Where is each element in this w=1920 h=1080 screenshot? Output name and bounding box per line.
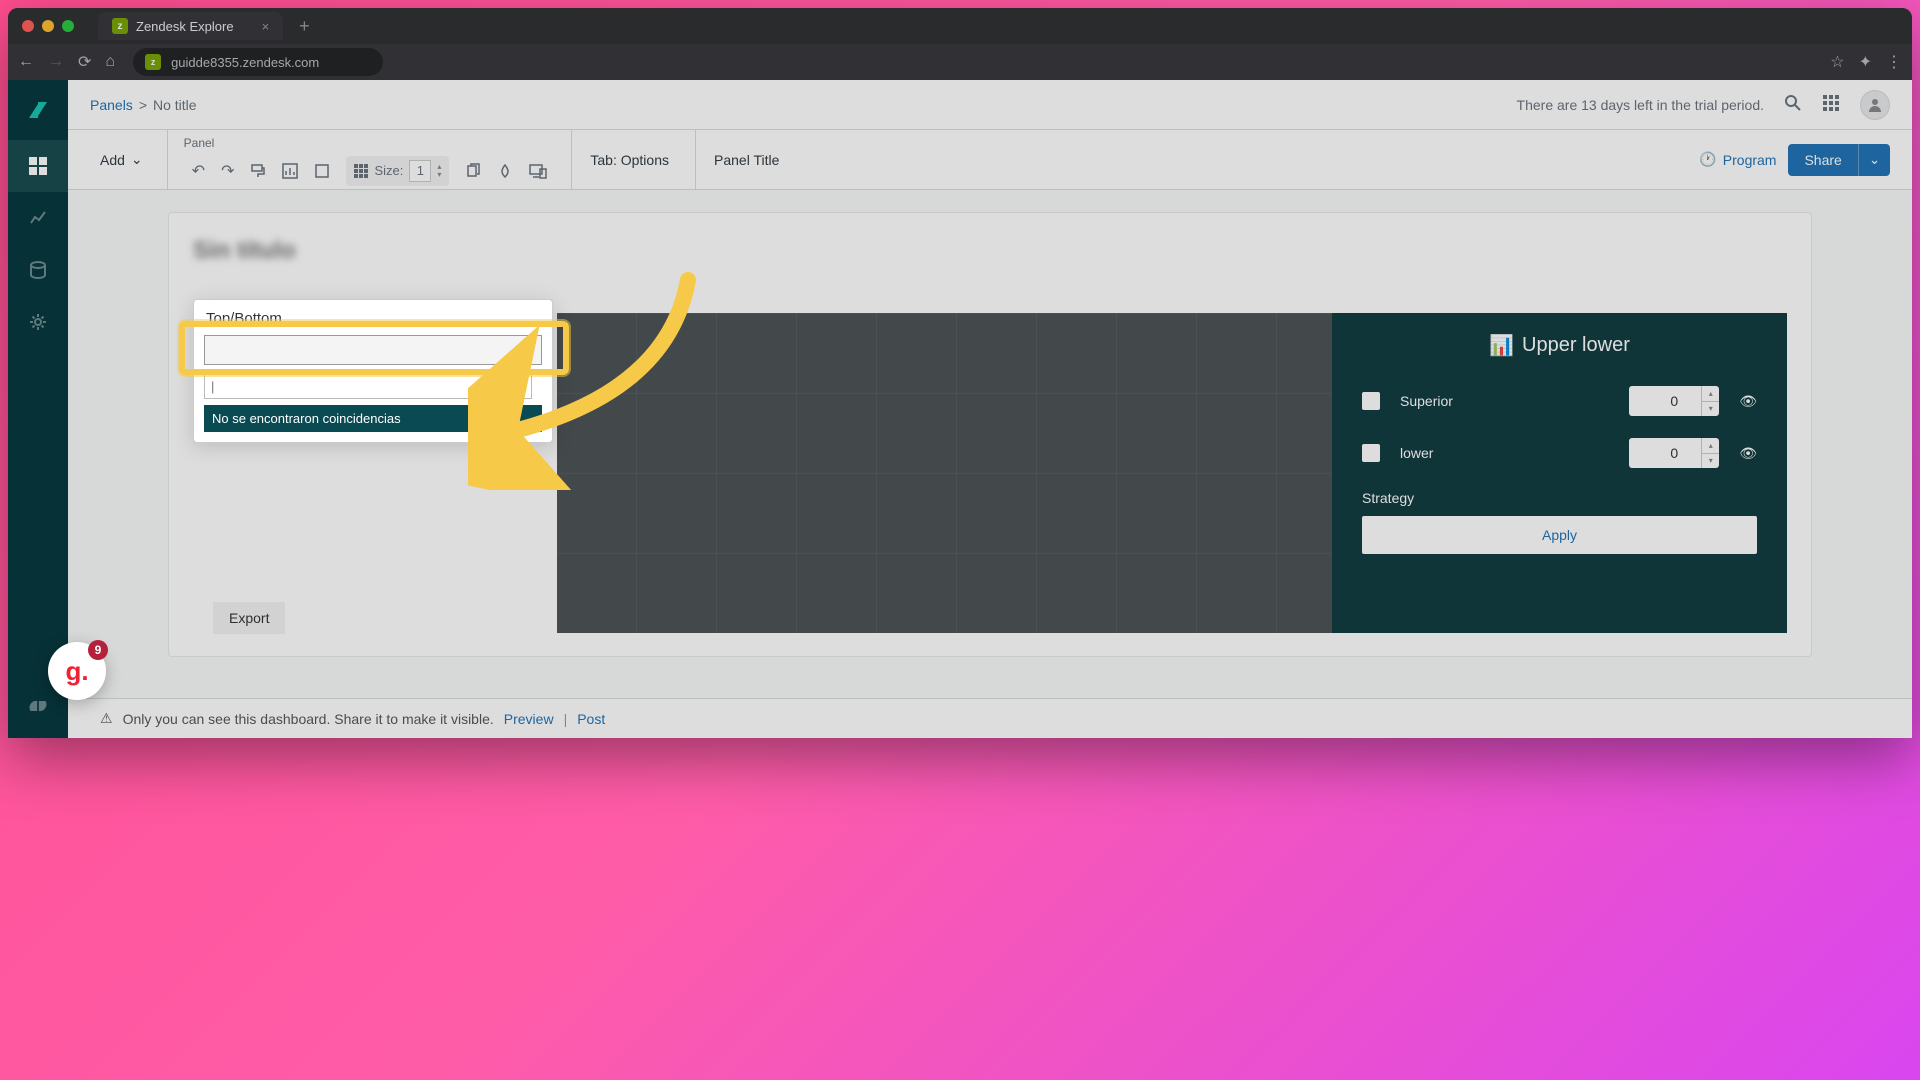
apply-button[interactable]: Apply — [1362, 516, 1757, 554]
dropdown-panel: Top/Bottom No se encontraron coincidenci… — [193, 299, 553, 443]
strategy-label: Strategy — [1362, 490, 1757, 506]
breadcrumb-bar: Panels > No title There are 13 days left… — [68, 80, 1912, 130]
menu-icon[interactable]: ⋮ — [1886, 52, 1902, 72]
panel-title-tab[interactable]: Panel Title — [695, 130, 797, 190]
maximize-window[interactable] — [62, 20, 74, 32]
breadcrumb-sep: > — [139, 97, 147, 113]
step-down-icon[interactable]: ▾ — [1702, 402, 1719, 417]
step-up-icon[interactable]: ▴ — [1702, 386, 1719, 402]
traffic-lights — [8, 20, 88, 32]
eye-icon[interactable]: 👁 — [1739, 393, 1757, 410]
size-value[interactable]: 1 — [409, 160, 431, 182]
new-tab-button[interactable]: + — [299, 16, 310, 37]
badge-count: 9 — [88, 640, 108, 660]
no-match-message: No se encontraron coincidencias — [204, 405, 542, 432]
tab-title: Zendesk Explore — [136, 19, 234, 34]
redo-icon[interactable]: ↷ — [221, 161, 234, 181]
label-superior: Superior — [1400, 393, 1609, 409]
sidebar-item-settings[interactable] — [8, 296, 68, 348]
upper-lower-controls: 📊 Upper lower Superior 0 ▴▾ 👁 — [1332, 313, 1787, 633]
separator: | — [564, 711, 568, 727]
breadcrumb-panels[interactable]: Panels — [90, 97, 133, 113]
sidebar-item-dashboards[interactable] — [8, 140, 68, 192]
drop-icon[interactable] — [497, 163, 513, 179]
widget-title: Sin título — [193, 237, 1787, 265]
checkbox-lower[interactable] — [1362, 444, 1380, 462]
extensions-icon[interactable]: ✦ — [1859, 52, 1872, 72]
upper-lower-panel: 📊 Upper lower Superior 0 ▴▾ 👁 — [557, 313, 1787, 633]
size-stepper[interactable]: ▴▾ — [437, 163, 441, 179]
paint-icon[interactable] — [250, 163, 266, 179]
trial-notice: There are 13 days left in the trial peri… — [1517, 97, 1764, 113]
step-down-icon[interactable]: ▾ — [1702, 454, 1719, 469]
export-button[interactable]: Export — [213, 602, 285, 634]
size-label: Size: — [374, 163, 403, 178]
select-box[interactable] — [204, 335, 542, 365]
sidebar-item-reports[interactable] — [8, 192, 68, 244]
minimize-window[interactable] — [42, 20, 54, 32]
canvas: Sin título Top/Bottom No se encontraron … — [68, 190, 1912, 698]
row-lower: lower 0 ▴▾ 👁 — [1362, 438, 1757, 468]
bottom-bar: ⚠ Only you can see this dashboard. Share… — [68, 698, 1912, 738]
tab-options[interactable]: Tab: Options — [571, 130, 687, 190]
size-control: Size: 1 ▴▾ — [346, 156, 449, 186]
tab-close-icon[interactable]: × — [262, 19, 270, 34]
main-area: Panels > No title There are 13 days left… — [68, 80, 1912, 738]
step-up-icon[interactable]: ▴ — [1702, 438, 1719, 454]
input-superior[interactable]: 0 ▴▾ — [1629, 386, 1719, 416]
close-window[interactable] — [22, 20, 34, 32]
label-lower: lower — [1400, 445, 1609, 461]
upper-lower-icon: 📊 — [1489, 333, 1514, 358]
input-lower[interactable]: 0 ▴▾ — [1629, 438, 1719, 468]
clock-icon: 🕐 — [1699, 151, 1716, 168]
undo-icon[interactable]: ↶ — [192, 161, 205, 181]
share-dropdown[interactable]: ⌄ — [1858, 144, 1890, 176]
app-frame: Panels > No title There are 13 days left… — [8, 80, 1912, 738]
url-field[interactable]: z guidde8355.zendesk.com — [133, 48, 383, 76]
preview-link[interactable]: Preview — [504, 711, 554, 727]
url-text: guidde8355.zendesk.com — [171, 55, 319, 70]
chart-grid-area — [557, 313, 1332, 633]
toolbar: Add ⌄ Panel ↶ ↷ — [68, 130, 1912, 190]
chart-icon[interactable] — [282, 163, 298, 179]
square-icon[interactable] — [314, 163, 330, 179]
share-button[interactable]: Share — [1788, 144, 1857, 176]
sidebar — [8, 80, 68, 738]
upper-lower-title: 📊 Upper lower — [1362, 333, 1757, 358]
row-superior: Superior 0 ▴▾ 👁 — [1362, 386, 1757, 416]
devices-icon[interactable] — [529, 163, 547, 179]
chevron-down-icon: ⌄ — [131, 151, 143, 168]
widget-card: Sin título Top/Bottom No se encontraron … — [168, 212, 1812, 657]
dropdown-label: Top/Bottom — [204, 310, 542, 327]
eye-icon[interactable]: 👁 — [1739, 445, 1757, 462]
avatar[interactable] — [1860, 90, 1890, 120]
warning-icon: ⚠ — [100, 710, 113, 727]
addressbar: ← → ⟳ ⌂ z guidde8355.zendesk.com ☆ ✦ ⋮ — [8, 44, 1912, 80]
guidde-badge[interactable]: g. 9 — [48, 642, 106, 700]
browser-window: z Zendesk Explore × + ← → ⟳ ⌂ z guidde83… — [8, 8, 1912, 738]
sidebar-item-datasets[interactable] — [8, 244, 68, 296]
tab-favicon-icon: z — [112, 18, 128, 34]
grid-icon — [354, 164, 368, 178]
breadcrumb-current: No title — [153, 97, 197, 113]
bookmark-icon[interactable]: ☆ — [1830, 52, 1844, 72]
warning-text: Only you can see this dashboard. Share i… — [123, 711, 494, 727]
dropdown-search-input[interactable] — [204, 373, 532, 399]
apps-icon[interactable] — [1822, 94, 1840, 115]
url-favicon-icon: z — [145, 54, 161, 70]
copy-icon[interactable] — [465, 163, 481, 179]
post-link[interactable]: Post — [577, 711, 605, 727]
app-logo-icon[interactable] — [8, 80, 68, 140]
nav-reload-icon[interactable]: ⟳ — [78, 52, 91, 72]
add-button[interactable]: Add ⌄ — [90, 145, 153, 174]
checkbox-superior[interactable] — [1362, 392, 1380, 410]
panel-heading: Panel ↶ ↷ — [167, 130, 564, 190]
search-icon[interactable] — [1784, 94, 1802, 115]
program-button[interactable]: 🕐 Program — [1699, 151, 1776, 168]
titlebar: z Zendesk Explore × + — [8, 8, 1912, 44]
nav-home-icon[interactable]: ⌂ — [105, 53, 115, 71]
browser-tab[interactable]: z Zendesk Explore × — [98, 12, 283, 40]
nav-back-icon[interactable]: ← — [18, 53, 34, 71]
nav-forward-icon[interactable]: → — [48, 53, 64, 71]
